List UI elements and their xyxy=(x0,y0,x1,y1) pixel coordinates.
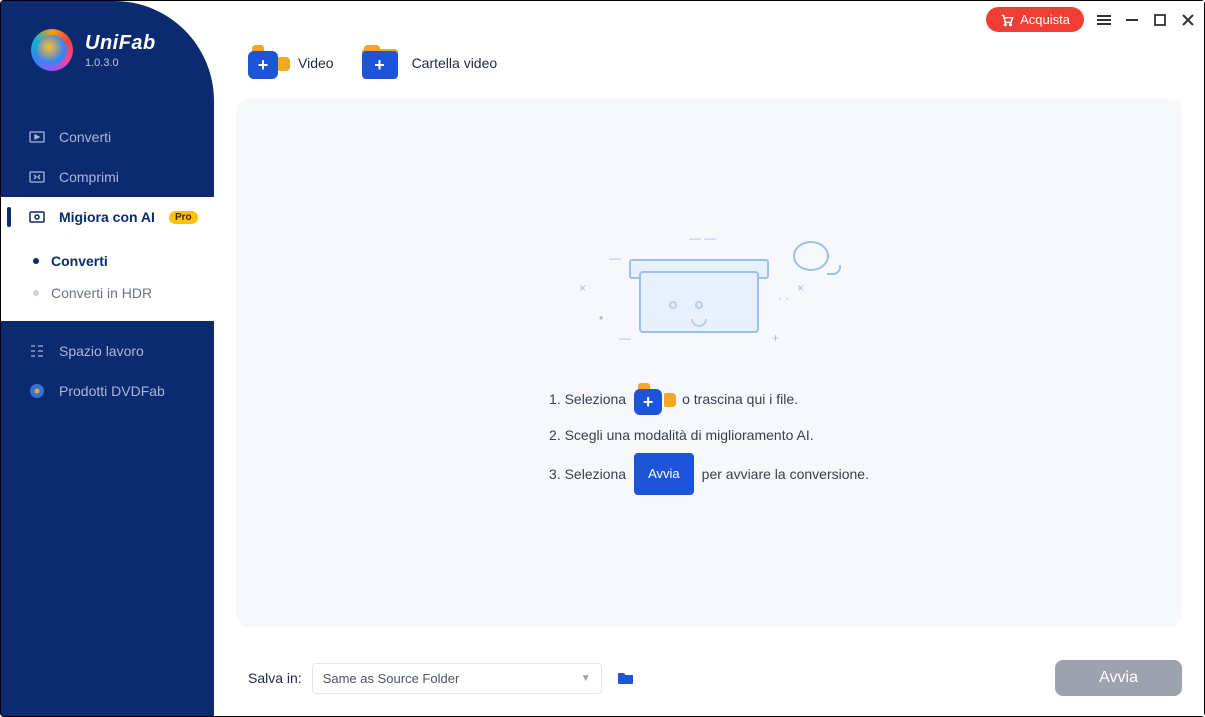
step-1: 1. Seleziona + o trascina qui i file. xyxy=(549,381,869,417)
maximize-icon[interactable] xyxy=(1152,12,1168,28)
empty-box-illustration: × • — · · — — + — × xyxy=(569,231,849,351)
folder-open-icon xyxy=(617,670,635,686)
cart-icon xyxy=(1000,13,1014,27)
sidebar-item-label: Migiora con AI xyxy=(59,209,155,225)
open-folder-button[interactable] xyxy=(612,664,640,692)
sidebar-item-dvdfab[interactable]: Prodotti DVDFab xyxy=(1,371,214,411)
sidebar-sub-converti-hdr[interactable]: Converti in HDR xyxy=(1,277,214,309)
app-name: UniFab xyxy=(85,32,156,55)
step-text: o trascina qui i file. xyxy=(682,381,798,417)
app-logo-icon xyxy=(31,29,73,71)
bullet-icon xyxy=(33,258,39,264)
step-text: 1. Seleziona xyxy=(549,381,626,417)
start-button[interactable]: Avvia xyxy=(1055,660,1182,696)
save-location-select[interactable]: Same as Source Folder ▼ xyxy=(312,663,602,694)
instructions: 1. Seleziona + o trascina qui i file. 2.… xyxy=(549,381,869,496)
step-text: 3. Seleziona xyxy=(549,456,626,492)
drop-zone[interactable]: × • — · · — — + — × 1. Seleziona + o tra… xyxy=(236,99,1182,627)
inline-start-button[interactable]: Avvia xyxy=(634,453,694,495)
sidebar-sub-label: Converti xyxy=(51,253,108,269)
close-icon[interactable] xyxy=(1180,12,1196,28)
sidebar-item-comprimi[interactable]: Comprimi xyxy=(1,157,214,197)
add-video-button[interactable]: + Video xyxy=(248,45,334,81)
step-3: 3. Seleziona Avvia per avviare la conver… xyxy=(549,453,869,495)
buy-label: Acquista xyxy=(1020,12,1070,27)
app-version: 1.0.3.0 xyxy=(85,57,156,69)
step-text: per avviare la conversione. xyxy=(702,456,869,492)
sidebar-selected-block: Migiora con AI Pro Converti Converti in … xyxy=(1,197,214,321)
logo-area: UniFab 1.0.3.0 xyxy=(1,1,214,95)
save-label: Salva in: xyxy=(248,670,302,686)
add-video-label: Video xyxy=(298,55,334,71)
chevron-down-icon: ▼ xyxy=(581,673,591,684)
titlebar: Acquista xyxy=(986,7,1196,32)
sidebar: UniFab 1.0.3.0 Converti Comprimi Migiora… xyxy=(1,1,214,716)
play-box-icon xyxy=(29,129,45,145)
dvdfab-icon xyxy=(29,383,45,399)
video-camera-icon: + xyxy=(248,45,288,81)
bullet-icon xyxy=(33,290,39,296)
sidebar-sub-converti[interactable]: Converti xyxy=(1,245,214,277)
add-folder-button[interactable]: + Cartella video xyxy=(362,45,498,81)
step-text: 2. Scegli una modalità di miglioramento … xyxy=(549,417,814,453)
enhance-icon xyxy=(29,209,45,225)
step-2: 2. Scegli una modalità di miglioramento … xyxy=(549,417,869,453)
sidebar-sub-label: Converti in HDR xyxy=(51,285,152,301)
workspace-icon xyxy=(29,343,45,359)
save-location-value: Same as Source Folder xyxy=(323,671,460,686)
compress-icon xyxy=(29,169,45,185)
sidebar-item-label: Converti xyxy=(59,129,111,145)
sidebar-item-label: Spazio lavoro xyxy=(59,343,144,359)
sidebar-item-label: Prodotti DVDFab xyxy=(59,383,165,399)
main-area: + Video + Cartella video × • — · · — — xyxy=(214,1,1204,716)
minimize-icon[interactable] xyxy=(1124,12,1140,28)
sidebar-item-converti[interactable]: Converti xyxy=(1,117,214,157)
sidebar-item-spazio-lavoro[interactable]: Spazio lavoro xyxy=(1,331,214,371)
folder-icon: + xyxy=(362,45,402,81)
menu-icon[interactable] xyxy=(1096,12,1112,28)
bottom-bar: Salva in: Same as Source Folder ▼ Avvia xyxy=(248,660,1182,696)
start-label: Avvia xyxy=(1099,669,1138,686)
sidebar-item-label: Comprimi xyxy=(59,169,119,185)
buy-button[interactable]: Acquista xyxy=(986,7,1084,32)
inline-add-video-button[interactable]: + xyxy=(634,383,674,415)
pro-badge: Pro xyxy=(169,211,198,224)
add-folder-label: Cartella video xyxy=(412,55,498,71)
sidebar-item-migiora-ai[interactable]: Migiora con AI Pro xyxy=(1,197,214,237)
